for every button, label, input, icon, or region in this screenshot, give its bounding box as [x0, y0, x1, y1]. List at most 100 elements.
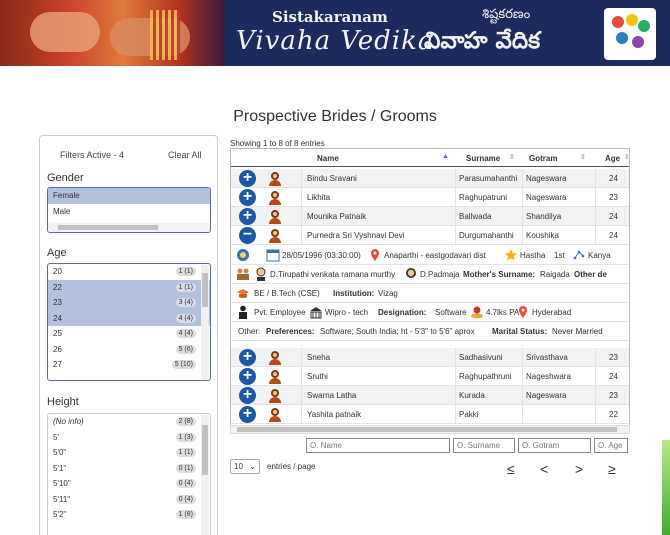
height-filter-list[interactable]: (No info) 2 (8) 5' 1 (3) 5'0" 1 (1) 5'1" 0 (… — [47, 413, 211, 535]
height-option[interactable]: 5'1" 0 (1) — [48, 461, 210, 477]
cell-gotram: Nageswara — [526, 391, 567, 400]
expand-icon[interactable]: + — [239, 387, 256, 404]
father-icon — [256, 267, 266, 281]
column-header-name[interactable]: Name — [317, 154, 339, 163]
occupation: Pvt. Employee — [254, 308, 306, 317]
column-header-surname[interactable]: Surname — [466, 154, 500, 163]
gender-option-female[interactable]: Female — [48, 188, 210, 204]
marital-status: Never Married — [552, 327, 603, 336]
expand-icon[interactable]: + — [239, 208, 256, 225]
salary: 4.7lks PA — [486, 308, 520, 317]
table-row[interactable]: + Sneha Sadhasivuni Srivasthava 23 — [231, 348, 629, 367]
mother-icon — [406, 268, 416, 278]
cell-surname: Raghupatruni — [459, 193, 508, 202]
height-option[interactable]: 5'11" 0 (4) — [48, 492, 210, 508]
graduation-icon — [237, 289, 249, 299]
gender-option-male[interactable]: Male — [48, 204, 210, 220]
employee-icon — [239, 305, 247, 319]
constellation-icon — [573, 250, 585, 260]
female-avatar-icon — [268, 171, 282, 186]
next-page-button[interactable]: > — [575, 461, 583, 477]
previous-page-button[interactable]: < — [540, 461, 548, 477]
expand-icon[interactable]: + — [239, 170, 256, 187]
table-row[interactable]: + Mounika Patnaik Ballwada Shandilya 24 — [231, 207, 629, 226]
gender-filter-list[interactable]: Female Male — [47, 187, 211, 233]
table-row[interactable]: + Yashita patnaik Pakki 22 — [231, 405, 629, 424]
female-avatar-icon — [268, 190, 282, 205]
surname-column-search[interactable]: O. Surname — [453, 438, 515, 453]
detail-birth-line: 28/05/1996 (03:30:00) Anaparthi - eastgo… — [232, 246, 629, 265]
age-option[interactable]: 24 4 (4) — [48, 310, 210, 326]
last-page-button[interactable]: ≥ — [608, 461, 616, 477]
filter-header: Filters Active - 4 Clear All — [40, 136, 217, 172]
sort-icon[interactable]: ⇕ — [580, 153, 586, 161]
age-option[interactable]: 20 1 (1) — [48, 264, 210, 280]
expand-icon[interactable]: + — [239, 349, 256, 366]
first-page-button[interactable]: ≤ — [507, 461, 515, 477]
nakshatra: Hastha — [520, 251, 546, 260]
detail-parents-line: D.Tirupathi venkata ramana murthy D.Padm… — [232, 265, 629, 284]
preferences-label: Preferences: — [266, 327, 315, 336]
name-column-search[interactable]: O. Name — [306, 438, 450, 453]
location-pin-icon — [519, 306, 527, 318]
age-option[interactable]: 23 3 (4) — [48, 295, 210, 311]
cell-gotram: Nageshwara — [526, 372, 571, 381]
horizontal-scrollbar[interactable] — [48, 223, 210, 232]
designation: Software — [435, 308, 467, 317]
height-option[interactable]: (No info) 2 (8) — [48, 414, 210, 430]
site-logo[interactable] — [604, 8, 656, 60]
collapse-icon[interactable]: − — [239, 227, 256, 244]
institution: Vizag — [378, 289, 398, 298]
age-option[interactable]: 22 1 (1) — [48, 279, 210, 295]
education: BE / B.Tech (CSE) — [254, 289, 320, 298]
height-option[interactable]: 5'2" 1 (8) — [48, 507, 210, 523]
brand-telugu-title: వివాహ వేదిక — [424, 28, 541, 54]
column-header-gotram[interactable]: Gotram — [529, 154, 557, 163]
table-row-expanded[interactable]: − Purnedra Sri Vyshnavi Devi Durgumahant… — [231, 226, 629, 245]
cell-name: Sruthi — [307, 372, 328, 381]
salary-icon — [471, 306, 483, 319]
age-filter-label: Age — [47, 247, 67, 259]
vertical-scrollbar[interactable] — [201, 415, 209, 535]
profiles-table: Name ▲ Surname ⇕ Gotram ⇕ Age ⇕ + Bindu … — [230, 148, 630, 432]
cell-surname: Ballwada — [459, 212, 492, 221]
age-filter-list[interactable]: 20 1 (1) 22 1 (1) 23 3 (4) 24 4 (4) 25 4 (4) … — [47, 263, 211, 381]
page-title: Prospective Brides / Grooms — [233, 108, 437, 125]
column-header-age[interactable]: Age — [605, 154, 620, 163]
clear-all-button[interactable]: Clear All — [168, 150, 202, 160]
table-horizontal-scrollbar[interactable] — [230, 425, 630, 434]
table-row[interactable]: + Likhita Raghupatruni Nageswara 23 — [231, 188, 629, 207]
site-banner: Sistakaranam శిష్టకరణం Vivaha Vedika వివ… — [0, 0, 670, 66]
table-row[interactable]: + Sruthi Raghupathruni Nageshwara 24 — [231, 367, 629, 386]
entries-per-page-select[interactable]: 10 ⌄ — [230, 459, 260, 474]
expand-icon[interactable]: + — [239, 189, 256, 206]
height-option[interactable]: 5' 1 (3) — [48, 430, 210, 446]
table-row[interactable]: + Swarna Latha Kurada Nageswara 23 — [231, 386, 629, 405]
height-option[interactable]: 5'0" 1 (1) — [48, 445, 210, 461]
sort-asc-icon[interactable]: ▲ — [442, 153, 449, 160]
expand-icon[interactable]: + — [239, 368, 256, 385]
gotram-column-search[interactable]: O. Gotram — [518, 438, 591, 453]
age-option[interactable]: 27 5 (10) — [48, 357, 210, 373]
filter-panel: Filters Active - 4 Clear All Gender Fema… — [39, 135, 218, 535]
table-row[interactable]: + Bindu Sravani Parasumahanthi Nageswara… — [231, 169, 629, 188]
cell-gotram: Srivasthava — [526, 353, 568, 362]
birth-place: Anaparthi - eastgodavari dist — [384, 251, 486, 260]
cell-name: Likhita — [307, 193, 331, 202]
marital-status-label: Marital Status: — [492, 327, 548, 336]
cell-surname: Kurada — [459, 391, 485, 400]
age-option[interactable]: 26 5 (6) — [48, 342, 210, 358]
height-option[interactable]: 5'10" 0 (4) — [48, 476, 210, 492]
age-option[interactable]: 25 4 (4) — [48, 326, 210, 342]
cell-name: Yashita patnaik — [307, 410, 362, 419]
female-avatar-icon — [268, 209, 282, 224]
female-avatar-icon — [268, 228, 282, 243]
sort-icon[interactable]: ⇕ — [509, 153, 515, 161]
sort-icon[interactable]: ⇕ — [624, 153, 629, 161]
cell-age: 24 — [609, 231, 618, 240]
brand-name-telugu: శిష్టకరణం — [482, 7, 531, 22]
expand-icon[interactable]: + — [239, 406, 256, 423]
mother-name: D.Padmaja — [420, 270, 460, 279]
age-column-search[interactable]: O. Age — [594, 438, 628, 453]
vertical-scrollbar[interactable] — [201, 265, 209, 379]
